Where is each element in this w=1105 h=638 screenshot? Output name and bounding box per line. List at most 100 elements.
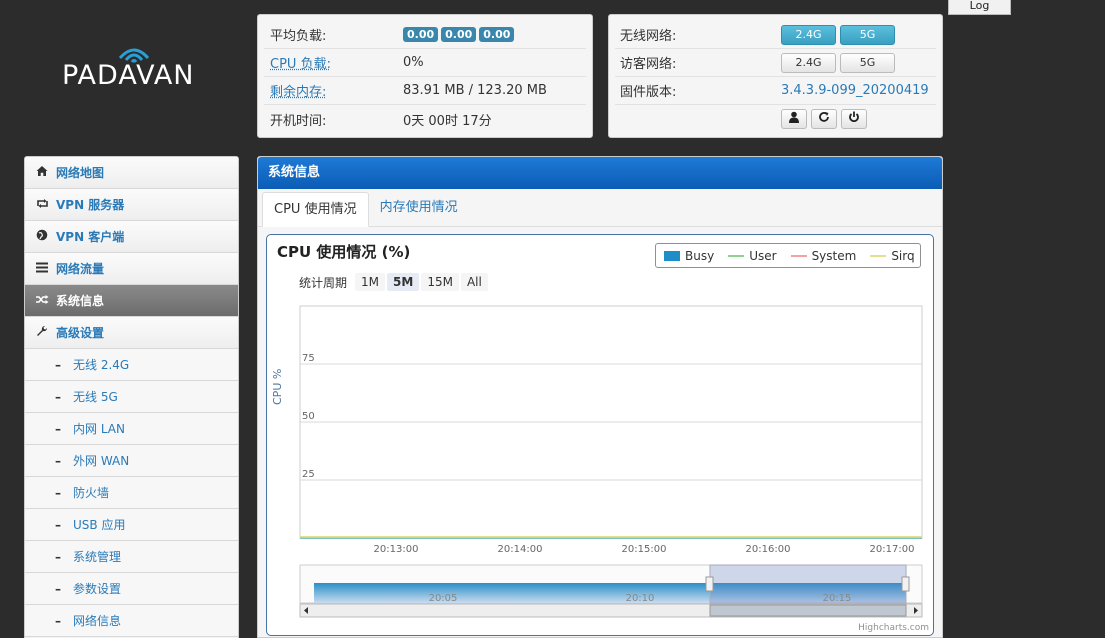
random-icon (35, 294, 49, 308)
sidebar-item-usb[interactable]: – USB 应用 (25, 509, 238, 541)
sidebar-item-system-admin[interactable]: – 系统管理 (25, 541, 238, 573)
sidebar-item-lan[interactable]: – 内网 LAN (25, 413, 238, 445)
chart-legend: Busy User System Sirq (655, 243, 921, 268)
period-15m-button[interactable]: 15M (421, 273, 459, 291)
navigator-series (314, 583, 906, 603)
period-selector: 统计周期 1M 5M 15M All (299, 273, 490, 291)
memory-link[interactable]: 剩余内存: (264, 81, 403, 100)
wrench-icon (35, 325, 49, 340)
sidebar-item-system-info[interactable]: 系统信息 (25, 285, 238, 317)
legend-item-sirq[interactable]: Sirq (870, 249, 915, 263)
minus-icon: – (55, 453, 61, 468)
action-row (615, 105, 936, 133)
sidebar-item-advanced[interactable]: 高级设置 (25, 317, 238, 349)
y-tick-label: 75 (302, 353, 315, 364)
scroll-left-arrow (304, 607, 308, 614)
minus-icon: – (55, 421, 61, 436)
sidebar-item-wireless-24g[interactable]: – 无线 2.4G (25, 349, 238, 381)
tab-bar: CPU 使用情况 内存使用情况 (258, 189, 942, 227)
globe-icon (35, 229, 49, 244)
navigator-area (299, 564, 923, 604)
sidebar-item-label: 内网 LAN (73, 422, 125, 436)
legend-label: System (811, 248, 857, 263)
main-header: 系统信息 (258, 157, 942, 189)
wireless-label: 无线网络: (620, 29, 677, 44)
plot-area (299, 305, 923, 539)
navigator-handle-right (901, 576, 910, 592)
period-all-button[interactable]: All (460, 273, 488, 291)
legend-label: User (749, 248, 777, 263)
cpu-load-row: CPU 负载: 0% (264, 49, 586, 77)
sidebar: 网络地图 VPN 服务器 VPN 客户端 网络流量 系统信息 高级设置 – 无线… (24, 156, 239, 638)
legend-item-system[interactable]: System (790, 248, 857, 263)
guest-5g-button[interactable]: 5G (840, 52, 895, 73)
sidebar-item-wireless-5g[interactable]: – 无线 5G (25, 381, 238, 413)
legend-label: Busy (685, 248, 715, 263)
legend-swatch (664, 250, 680, 261)
chart-title: CPU 使用情况 (%) (277, 243, 411, 261)
wireless-panel: 无线网络: 2.4G 5G 访客网络: 2.4G 5G 固件版本: 3.4.3.… (608, 14, 943, 138)
sidebar-item-wan[interactable]: – 外网 WAN (25, 445, 238, 477)
scrollbar-thumb (709, 604, 907, 617)
chart-credit[interactable]: Highcharts.com (858, 623, 929, 633)
sidebar-item-network-map[interactable]: 网络地图 (25, 157, 238, 189)
period-1m-button[interactable]: 1M (355, 273, 386, 291)
navigator-tick-label: 20:15 (823, 593, 852, 604)
power-icon[interactable] (841, 109, 867, 129)
minus-icon: – (55, 357, 61, 372)
legend-item-busy[interactable]: Busy (664, 249, 714, 263)
scrollbar-track (299, 603, 923, 618)
wireless-2g-button[interactable]: 2.4G (781, 24, 836, 45)
refresh-icon[interactable] (811, 109, 837, 129)
period-5m-button[interactable]: 5M (387, 273, 420, 291)
logo-text: PADAVAN (62, 60, 195, 91)
load-15min-badge: 0.00 (479, 27, 515, 42)
cpu-load-link[interactable]: CPU 负载: (264, 53, 403, 72)
chart-svg: 75 50 25 20:13:00 20:14:00 20:15:00 20:16:00 20… (299, 305, 923, 618)
main-panel: 系统信息 CPU 使用情况 内存使用情况 CPU 使用情况 (%) Busy U… (257, 156, 943, 638)
minus-icon: – (55, 613, 61, 628)
load-row: 平均负载: 0.00 0.00 0.00 (264, 21, 586, 49)
sidebar-item-label: 系统信息 (56, 294, 105, 308)
minus-icon: – (55, 517, 61, 532)
memory-value: 83.91 MB / 123.20 MB (403, 83, 547, 98)
retweet-icon (35, 198, 49, 212)
logo: PADAVAN (62, 40, 212, 110)
wireless-5g-button[interactable]: 5G (840, 24, 895, 45)
minus-icon: – (55, 581, 61, 596)
user-icon[interactable] (781, 109, 807, 129)
sidebar-item-label: VPN 客户端 (56, 230, 125, 244)
minus-icon: – (55, 485, 61, 500)
status-panel: 平均负载: 0.00 0.00 0.00 CPU 负载: 0% 剩余内存: 83.9… (257, 14, 593, 138)
sidebar-item-label: 网络流量 (56, 262, 105, 276)
cpu-chart: CPU 使用情况 (%) Busy User System Sirq 统计周期 … (266, 234, 934, 636)
sidebar-item-firewall[interactable]: – 防火墙 (25, 477, 238, 509)
guest-2g-button[interactable]: 2.4G (781, 52, 836, 73)
legend-swatch (870, 254, 887, 257)
x-tick-label: 20:17:00 (870, 544, 915, 555)
guest-row: 访客网络: 2.4G 5G (615, 49, 936, 77)
sidebar-item-network-info[interactable]: – 网络信息 (25, 605, 238, 637)
uptime-label: 开机时间: (270, 113, 327, 129)
x-tick-label: 20:16:00 (746, 544, 791, 555)
sidebar-item-label: 无线 2.4G (73, 358, 130, 372)
firmware-version-link[interactable]: 3.4.3.9-099_20200419 (781, 83, 929, 98)
home-icon (35, 165, 49, 180)
tab-memory-usage[interactable]: 内存使用情况 (369, 191, 469, 226)
legend-swatch (728, 254, 745, 257)
sidebar-item-traffic[interactable]: 网络流量 (25, 253, 238, 285)
sidebar-item-label: 无线 5G (73, 390, 118, 404)
tab-cpu-usage[interactable]: CPU 使用情况 (262, 192, 369, 227)
sidebar-item-vpn-server[interactable]: VPN 服务器 (25, 189, 238, 221)
sidebar-item-vpn-client[interactable]: VPN 客户端 (25, 221, 238, 253)
sidebar-item-label: VPN 服务器 (56, 198, 125, 212)
navigator-tick-label: 20:05 (429, 593, 458, 604)
sidebar-item-label: 参数设置 (73, 582, 122, 596)
load-label: 平均负载: (270, 29, 327, 44)
log-button[interactable]: Log (948, 0, 1011, 15)
legend-item-user[interactable]: User (728, 248, 777, 263)
sidebar-item-settings[interactable]: – 参数设置 (25, 573, 238, 605)
navigator-selection (709, 564, 907, 604)
memory-row: 剩余内存: 83.91 MB / 123.20 MB (264, 77, 586, 105)
uptime-row: 开机时间: 0天 00时 17分 (264, 105, 586, 133)
